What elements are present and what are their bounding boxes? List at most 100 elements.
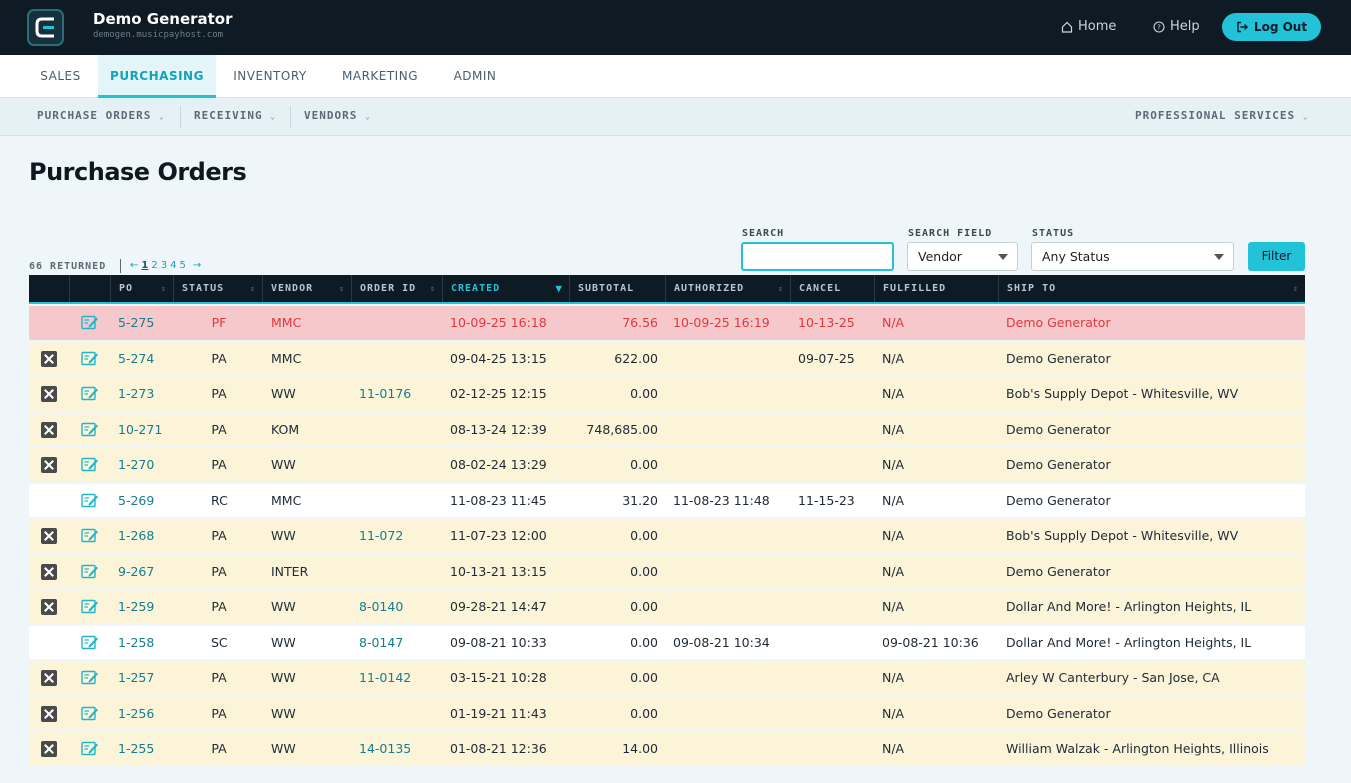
subnav-professional-services[interactable]: PROFESSIONAL SERVICES ⌄ [1135,109,1309,122]
cell-order-id[interactable]: 8-0140 [359,589,403,625]
column-header-fulfilled[interactable]: FULFILLED [874,275,998,302]
table-row[interactable]: 1-256 PA WW 01-19-21 11:43 0.00 N/A Demo Gener… [29,696,1305,732]
table-row[interactable]: 1-257 PA WW 11-0142 03-15-21 10:28 0.00 N/A Arl… [29,660,1305,696]
column-header-status[interactable]: STATUS ⇕ [173,275,262,302]
cell-po[interactable]: 1-268 [118,518,154,554]
column-header-order-id[interactable]: ORDER ID ⇕ [351,275,442,302]
help-link[interactable]: ? Help [1153,19,1200,34]
edit-icon[interactable] [81,669,99,688]
cell-po[interactable]: 1-273 [118,376,154,412]
cell-vendor: WW [271,741,296,756]
edit-icon[interactable] [81,705,99,724]
column-header-vendor[interactable]: VENDOR ⇕ [262,275,351,302]
tab-admin[interactable]: ADMIN [443,55,507,98]
cell-po[interactable]: 5-274 [118,341,154,377]
edit-icon[interactable] [81,385,99,404]
cell-po[interactable]: 1-257 [118,660,154,696]
subnav-receiving[interactable]: RECEIVING ⌄ [194,109,276,122]
cell-po[interactable]: 1-259 [118,589,154,625]
logout-icon [1237,21,1248,33]
home-icon [1061,21,1073,33]
logout-button[interactable]: Log Out [1222,13,1321,41]
table-row[interactable]: 5-275 PF MMC 10-09-25 16:18 76.56 10-09-25 16… [29,305,1305,341]
table-row[interactable]: 5-274 PA MMC 09-04-25 13:15 622.00 09-07-25 N/… [29,341,1305,377]
cell-po[interactable]: 5-269 [118,483,154,519]
search-field-select[interactable]: Vendor [907,242,1018,271]
page-4[interactable]: 4 [170,260,176,271]
delete-icon[interactable] [41,386,57,402]
subnav-purchase-orders[interactable]: PURCHASE ORDERS ⌄ [37,109,165,122]
table-row[interactable]: 1-270 PA WW 08-02-24 13:29 0.00 N/A Demo Gener… [29,447,1305,483]
delete-icon[interactable] [41,705,57,722]
cell-po[interactable]: 10-271 [118,412,162,448]
app-logo-icon[interactable] [27,9,64,46]
table-row[interactable]: 1-273 PA WW 11-0176 02-12-25 12:15 0.00 N/A Bob… [29,376,1305,412]
edit-icon[interactable] [81,456,99,475]
tab-inventory[interactable]: INVENTORY [220,55,320,98]
tab-sales[interactable]: SALES [27,55,94,98]
filter-button[interactable]: Filter [1248,242,1305,271]
svg-text:?: ? [1157,23,1161,31]
table-row[interactable]: 5-269 RC MMC 11-08-23 11:45 31.20 11-08-23 11… [29,483,1305,519]
column-header-authorized[interactable]: AUTHORIZED ⇕ [665,275,790,302]
delete-icon[interactable] [41,350,57,367]
delete-icon[interactable] [41,457,57,473]
table-row[interactable]: 1-258 SC WW 8-0147 09-08-21 10:33 0.00 09-08-2… [29,625,1305,661]
cell-created: 01-19-21 11:43 [450,705,547,721]
page-2[interactable]: 2 [151,260,157,271]
delete-icon[interactable] [41,528,57,544]
edit-icon[interactable] [81,740,99,759]
cell-created: 01-08-21 12:36 [450,741,547,756]
edit-icon[interactable] [81,314,99,333]
subnav-vendors[interactable]: VENDORS ⌄ [304,109,371,122]
divider [180,106,181,128]
column-header-ship-to[interactable]: SHIP TO ⇕ [998,275,1305,302]
cell-ship-to: Demo Generator [1006,350,1111,366]
column-header-cancel[interactable]: CANCEL [790,275,874,302]
delete-icon[interactable] [41,563,57,580]
page-5[interactable]: 5 [179,260,185,271]
cell-po[interactable]: 1-270 [118,447,154,483]
cell-po[interactable]: 5-275 [118,305,154,341]
cell-po[interactable]: 1-255 [118,731,154,767]
edit-icon[interactable] [81,527,99,546]
cell-po[interactable]: 1-256 [118,696,154,732]
tab-marketing[interactable]: MARKETING [330,55,430,98]
column-header-po[interactable]: PO ⇕ [110,275,173,302]
column-header-created[interactable]: CREATED ▼ [442,275,569,302]
table-row[interactable]: 1-268 PA WW 11-072 11-07-23 12:00 0.00 N/A Bob'… [29,518,1305,554]
cell-order-id[interactable]: 11-0176 [359,376,411,412]
cell-created: 08-13-24 12:39 [450,421,547,437]
table-row[interactable]: 9-267 PA INTER 10-13-21 13:15 0.00 N/A Demo Ge… [29,554,1305,590]
prev-page-arrow-icon[interactable]: ← [130,260,138,271]
delete-icon[interactable] [41,421,57,438]
cell-order-id[interactable]: 11-072 [359,518,403,554]
page-1[interactable]: 1 [141,260,148,271]
table-row[interactable]: 1-255 PA WW 14-0135 01-08-21 12:36 14.00 N/A Wi… [29,731,1305,767]
delete-icon[interactable] [41,670,57,686]
tab-purchasing[interactable]: PURCHASING [98,55,216,98]
status-select[interactable]: Any Status [1031,242,1234,271]
column-header-subtotal[interactable]: SUBTOTAL [569,275,665,302]
delete-icon[interactable] [41,599,57,615]
edit-icon[interactable] [81,634,99,653]
edit-icon[interactable] [81,421,99,440]
edit-icon[interactable] [81,350,99,369]
table-row[interactable]: 1-259 PA WW 8-0140 09-28-21 14:47 0.00 N/A Doll… [29,589,1305,625]
app-name: Demo Generator [93,10,233,28]
cell-order-id[interactable]: 14-0135 [359,731,411,767]
next-page-arrow-icon[interactable]: → [193,260,201,271]
delete-icon[interactable] [41,741,57,757]
cell-po[interactable]: 1-258 [118,625,154,661]
cell-created: 11-08-23 11:45 [450,492,547,508]
search-input[interactable] [741,242,894,271]
table-row[interactable]: 10-271 PA KOM 08-13-24 12:39 748,685.00 N/A De… [29,412,1305,448]
page-3[interactable]: 3 [161,260,167,271]
cell-po[interactable]: 9-267 [118,554,154,590]
cell-order-id[interactable]: 8-0147 [359,625,403,661]
edit-icon[interactable] [81,598,99,617]
edit-icon[interactable] [81,492,99,511]
cell-order-id[interactable]: 11-0142 [359,660,411,696]
edit-icon[interactable] [81,563,99,582]
home-link[interactable]: Home [1061,19,1116,34]
